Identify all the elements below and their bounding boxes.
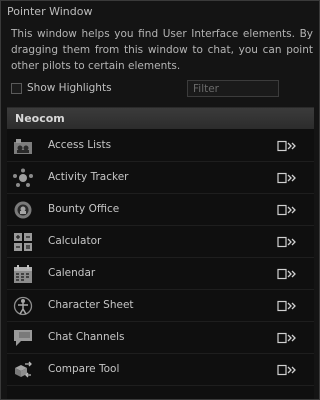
calculator-icon: [14, 233, 32, 251]
access-lists-icon: [14, 139, 32, 154]
list-item-label: Activity Tracker: [48, 171, 129, 183]
list-item-calculator[interactable]: Calculator: [7, 226, 314, 258]
show-highlights-checkbox[interactable]: [11, 82, 22, 94]
chat-link-icon[interactable]: [277, 268, 297, 280]
list-item-calendar[interactable]: Calendar: [7, 258, 314, 290]
filter-input[interactable]: [187, 80, 279, 97]
list-item-label: Compare Tool: [48, 363, 120, 375]
bounty-office-icon: [14, 201, 32, 219]
show-highlights-label[interactable]: Show Highlights: [27, 82, 112, 94]
chat-link-icon[interactable]: [277, 172, 297, 184]
chat-link-icon[interactable]: [277, 204, 297, 216]
chat-link-icon[interactable]: [277, 364, 297, 376]
list-item-activity-tracker[interactable]: Activity Tracker: [7, 162, 314, 194]
controls-row: Show Highlights: [11, 80, 311, 97]
chat-channels-icon: [14, 330, 32, 346]
chat-link-icon[interactable]: [277, 236, 297, 248]
section-header-neocom[interactable]: Neocom: [7, 108, 314, 129]
list-item-label: Bounty Office: [48, 203, 120, 215]
chat-link-icon[interactable]: [277, 332, 297, 344]
activity-tracker-icon: [13, 168, 33, 187]
list-item-bounty-office[interactable]: Bounty Office: [7, 194, 314, 226]
list-item-label: Chat Channels: [48, 331, 125, 343]
pointer-window: Pointer Window This window helps you fin…: [0, 0, 320, 400]
list-item-chat-channels[interactable]: Chat Channels: [7, 322, 314, 354]
list-item-label: Calendar: [48, 267, 96, 279]
calendar-icon: [14, 265, 32, 283]
window-description: This window helps you find User Interfac…: [11, 28, 313, 72]
character-sheet-icon: [13, 296, 33, 316]
list-item-character-sheet[interactable]: Character Sheet: [7, 290, 314, 322]
window-title[interactable]: Pointer Window: [1, 1, 319, 21]
list-item-access-lists[interactable]: Access Lists: [7, 130, 314, 162]
compare-tool-icon: [15, 361, 32, 378]
list-item-label: Character Sheet: [48, 299, 134, 311]
chat-link-icon[interactable]: [277, 300, 297, 312]
item-divider: [7, 385, 314, 386]
list-item-label: Access Lists: [48, 139, 112, 151]
pointer-list: Neocom Access Lists Activity Tracker Bou…: [7, 107, 314, 399]
list-item-compare-tool[interactable]: Compare Tool: [7, 354, 314, 386]
show-highlights-toggle[interactable]: Show Highlights: [11, 81, 112, 95]
chat-link-icon[interactable]: [277, 140, 297, 152]
list-item-label: Calculator: [48, 235, 102, 247]
